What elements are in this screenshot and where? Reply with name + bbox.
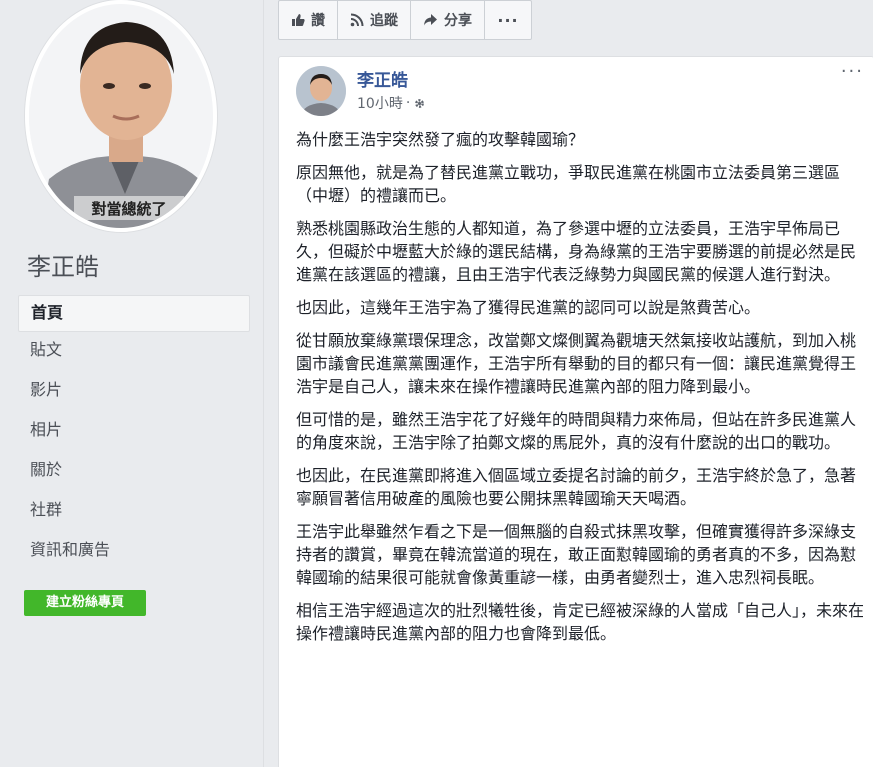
post-paragraph: 相信王浩宇經過這次的壯烈犧牲後，肯定已經被深綠的人當成「自己人」，未來在操作禮讓… [296,601,865,643]
post-paragraph: 但可惜的是，雖然王浩宇花了好幾年的時間與精力來佈局，但站在許多民進黨人的角度來說… [296,410,857,452]
profile-photo[interactable]: 對當總統了 [25,0,217,232]
nav-item-photos[interactable]: 相片 [18,412,250,452]
post-paragraph: 王浩宇此舉雖然乍看之下是一個無腦的自殺式抹黑攻擊，但確實獲得許多深綠支持者的讚賞… [296,522,857,587]
nav-item-community[interactable]: 社群 [18,492,250,532]
post-options-button[interactable]: ··· [841,61,864,82]
post-author-name[interactable]: 李正皓 [357,66,408,91]
post-paragraph: 也因此，這幾年王浩宇為了獲得民進黨的認同可以說是煞費苦心。 [296,298,761,317]
like-label: 讚 [311,13,325,29]
page-nav: 首頁 貼文 影片 相片 關於 社群 資訊和廣告 [18,295,250,572]
rss-follow-icon [350,13,364,27]
follow-label: 追蹤 [370,13,398,29]
share-arrow-icon [423,13,438,27]
create-page-button[interactable]: 建立粉絲專頁 [24,590,146,616]
nav-item-posts[interactable]: 貼文 [18,332,250,372]
post-paragraph: 原因無他，就是為了替民進黨立戰功，爭取民進黨在桃園市立法委員第三選區（中壢）的禮… [296,163,841,205]
photo-caption: 對當總統了 [91,200,166,218]
nav-item-home[interactable]: 首頁 [18,295,250,332]
nav-item-about[interactable]: 關於 [18,452,250,492]
post-timestamp[interactable]: 10小時 [357,93,403,113]
globe-gear-icon[interactable] [413,97,426,110]
share-button[interactable]: 分享 [411,1,485,39]
post-meta: 10小時 · [357,93,426,113]
profile-photo-image: 對當總統了 [29,4,213,228]
like-button[interactable]: 讚 [279,1,338,39]
page-name: 李正皓 [27,253,99,281]
nav-item-info-ads[interactable]: 資訊和廣告 [18,532,250,572]
share-label: 分享 [444,13,472,29]
post-card: 李正皓 10小時 · ··· 為什麼王浩宇突然發了瘋的攻擊韓國瑜？ 原因無他，就… [278,56,873,767]
post-paragraph: 熟悉桃園縣政治生態的人都知道，為了參選中壢的立法委員，王浩宇早佈局已久，但礙於中… [296,219,857,284]
thumbs-up-icon [291,13,305,27]
post-paragraph: 從甘願放棄綠黨環保理念，改當鄭文燦側翼為觀塘天然氣接收站護航，到加入桃園市議會民… [296,331,857,396]
page-action-bar: 讚 追蹤 分享 ··· [278,0,532,40]
meta-separator: · [405,95,411,111]
nav-item-videos[interactable]: 影片 [18,372,250,412]
more-dots-icon[interactable]: ··· [485,1,531,39]
follow-button[interactable]: 追蹤 [338,1,411,39]
post-paragraph: 也因此，在民進黨即將進入個區域立委提名討論的前夕，王浩宇終於急了，急著寧願冒著信… [296,466,857,508]
post-author-avatar[interactable] [296,66,346,116]
column-divider [263,0,264,767]
post-paragraph: 為什麼王浩宇突然發了瘋的攻擊韓國瑜？ [296,130,585,149]
post-body: 為什麼王浩宇突然發了瘋的攻擊韓國瑜？ 原因無他，就是為了替民進黨立戰功，爭取民進… [296,128,866,655]
